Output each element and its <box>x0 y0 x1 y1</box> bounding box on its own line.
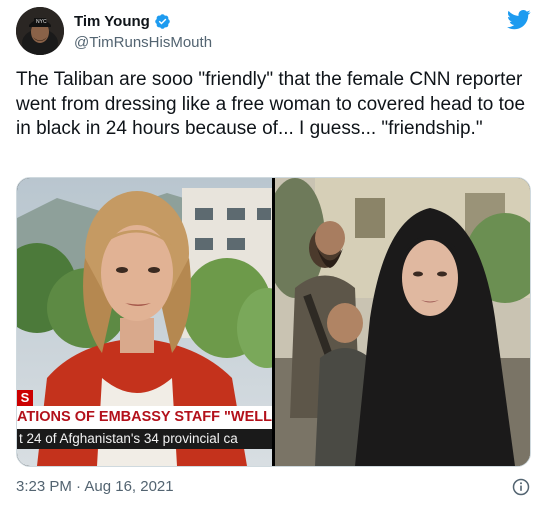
avatar-cap-text: NYC <box>36 19 47 25</box>
tweet-card: NYC Tim Young @TimRunsHisMouth The Talib… <box>0 0 547 508</box>
avatar[interactable]: NYC <box>16 7 64 55</box>
cnn-ticker-tag: S <box>17 390 33 406</box>
author-handle[interactable]: @TimRunsHisMouth <box>74 34 212 51</box>
tweet-timestamp[interactable]: 3:23 PM · Aug 16, 2021 <box>16 478 174 495</box>
twitter-bird-icon[interactable] <box>507 10 531 30</box>
photo-reporter-uncovered[interactable]: S ATIONS OF EMBASSY STAFF "WELL UNDEI t … <box>17 178 272 466</box>
cnn-ticker-headline: ATIONS OF EMBASSY STAFF "WELL UNDEI <box>17 406 272 429</box>
author-name-row[interactable]: Tim Young <box>74 13 171 30</box>
author-display-name[interactable]: Tim Young <box>74 13 150 30</box>
info-icon[interactable] <box>512 478 530 496</box>
photo-reporter-covered[interactable] <box>275 178 530 466</box>
verified-badge-icon <box>154 13 171 30</box>
cnn-ticker-subline: t 24 of Afghanistan's 34 provincial ca <box>17 429 272 449</box>
media-grid[interactable]: S ATIONS OF EMBASSY STAFF "WELL UNDEI t … <box>16 177 531 467</box>
tweet-text: The Taliban are sooo "friendly" that the… <box>16 69 531 139</box>
